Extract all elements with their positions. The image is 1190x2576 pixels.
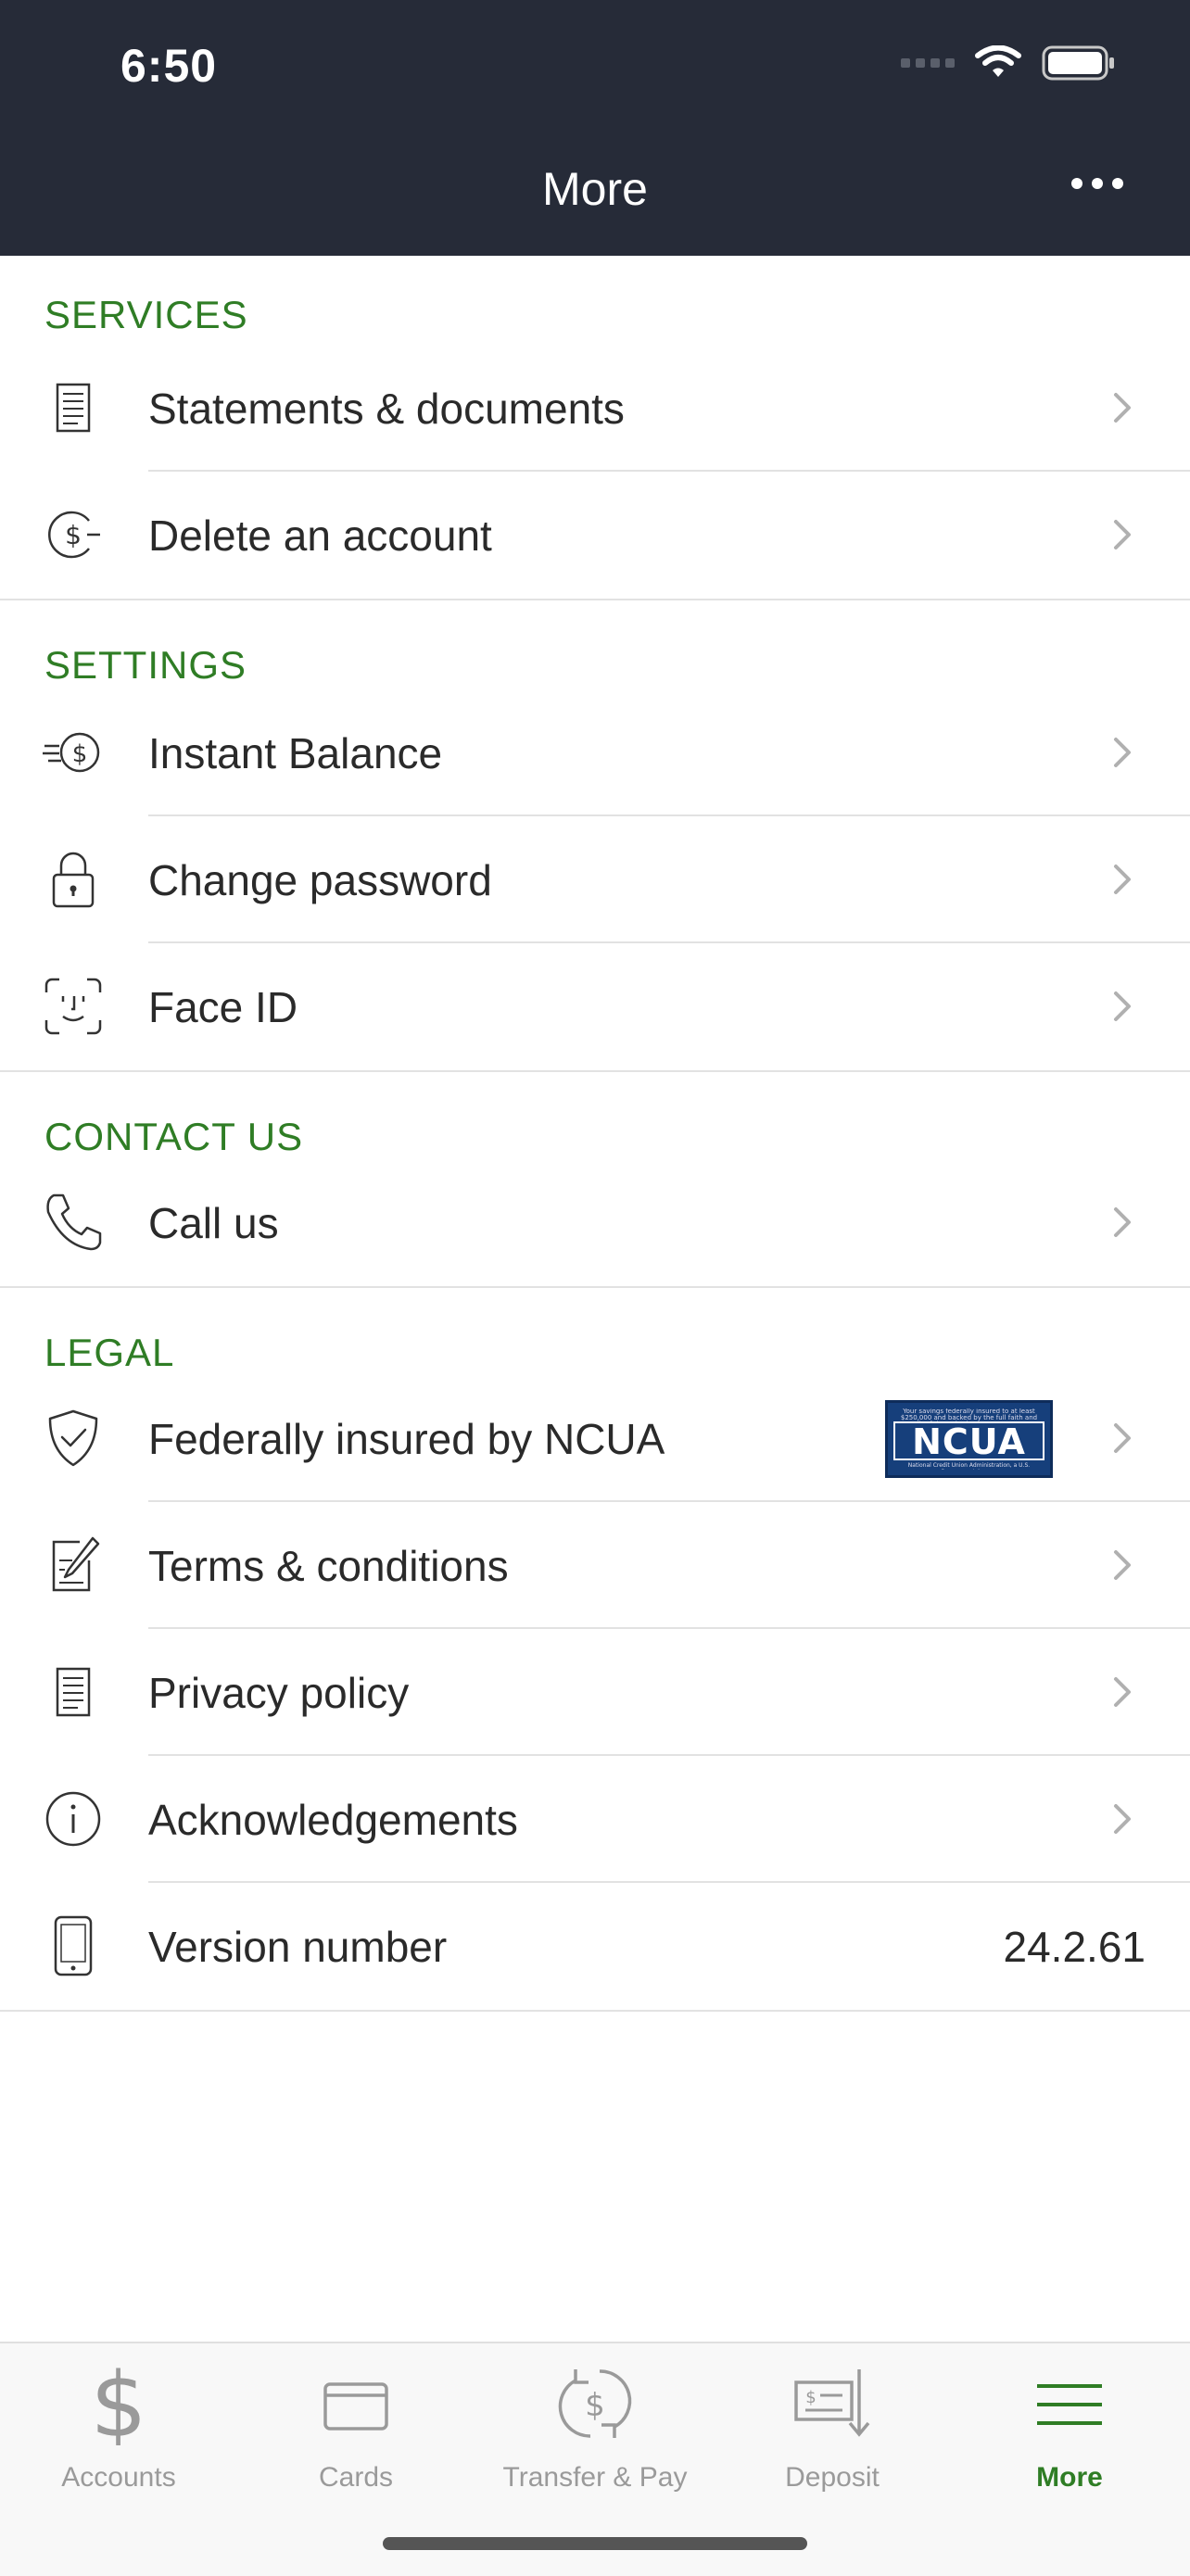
menu-item-acknowledgements[interactable]: Acknowledgements — [0, 1756, 1190, 1883]
menu-item-change-password[interactable]: Change password — [0, 816, 1190, 943]
cellular-signal-icon — [901, 58, 955, 68]
menu-item-ncua[interactable]: Federally insured by NCUA Your savings f… — [0, 1375, 1190, 1502]
menu-item-label: Version number — [148, 1922, 448, 1971]
section-title-settings: SETTINGS — [44, 643, 247, 687]
menu-item-version: Version number 24.2.61 — [0, 1883, 1190, 2010]
tab-label: Cards — [318, 2462, 394, 2493]
face-id-icon — [41, 974, 106, 1039]
menu-item-label: Terms & conditions — [148, 1541, 509, 1590]
wifi-icon — [975, 45, 1021, 77]
tab-label: Deposit — [785, 2462, 880, 2493]
tab-label: More — [1036, 2462, 1103, 2493]
more-options-icon[interactable] — [1071, 178, 1123, 189]
transfer-icon: $ — [558, 2369, 632, 2438]
pencil-document-icon — [41, 1533, 106, 1597]
menu-item-label: Statements & documents — [148, 384, 625, 433]
lock-icon — [41, 847, 106, 912]
tab-deposit[interactable]: $ Deposit — [714, 2343, 951, 2510]
menu-item-face-id[interactable]: Face ID — [0, 943, 1190, 1070]
phone-device-icon — [41, 1913, 106, 1978]
chevron-right-icon — [1114, 520, 1131, 549]
menu-item-instant-balance[interactable]: $ Instant Balance — [0, 689, 1190, 816]
check-deposit-icon: $ — [794, 2369, 870, 2437]
tab-more[interactable]: More — [951, 2343, 1188, 2510]
page-title: More — [542, 163, 648, 215]
svg-text:$: $ — [65, 520, 82, 550]
chevron-right-icon — [1114, 1550, 1131, 1580]
status-time: 6:50 — [120, 40, 218, 92]
menu-item-delete-account[interactable]: $ Delete an account — [0, 472, 1190, 599]
fast-dollar-icon: $ — [41, 720, 106, 785]
menu-item-call-us[interactable]: Call us — [0, 1159, 1190, 1286]
menu-item-label: Privacy policy — [148, 1668, 410, 1717]
phone-icon — [41, 1190, 106, 1255]
menu-item-statements[interactable]: Statements & documents — [0, 345, 1190, 472]
info-icon — [41, 1787, 106, 1851]
menu-item-label: Instant Balance — [148, 728, 443, 777]
home-indicator[interactable] — [383, 2537, 807, 2550]
shield-check-icon — [41, 1406, 106, 1471]
dollar-icon: $ — [90, 2362, 146, 2445]
chevron-right-icon — [1114, 865, 1131, 894]
tab-accounts[interactable]: $ Accounts — [0, 2343, 237, 2510]
menu-item-label: Acknowledgements — [148, 1795, 518, 1844]
svg-text:$: $ — [72, 740, 88, 768]
menu-item-label: Call us — [148, 1198, 279, 1247]
svg-text:$: $ — [585, 2387, 605, 2424]
status-icons — [901, 44, 1116, 82]
menu-item-label: Change password — [148, 855, 492, 904]
chevron-right-icon — [1114, 393, 1131, 423]
app-header: 6:50 More — [0, 0, 1190, 256]
version-number-value: 24.2.61 — [1003, 1922, 1146, 1971]
section-title-services: SERVICES — [44, 293, 248, 336]
ncua-badge-fine-bottom: National Credit Union Administration, a … — [907, 1462, 1031, 1470]
dollar-minus-icon: $ — [41, 502, 106, 567]
svg-text:$: $ — [90, 2362, 146, 2445]
document-icon — [41, 375, 106, 440]
tab-label: Accounts — [61, 2462, 176, 2493]
menu-item-label: Delete an account — [148, 511, 492, 560]
ncua-badge: Your savings federally insured to at lea… — [885, 1400, 1053, 1478]
tab-label: Transfer & Pay — [502, 2462, 688, 2493]
chevron-right-icon — [1114, 1804, 1131, 1834]
svg-text:$: $ — [805, 2388, 816, 2407]
menu-item-privacy[interactable]: Privacy policy — [0, 1629, 1190, 1756]
tab-cards[interactable]: Cards — [237, 2343, 475, 2510]
chevron-right-icon — [1114, 1423, 1131, 1453]
tab-transfer-pay[interactable]: $ Transfer & Pay — [476, 2343, 714, 2510]
section-divider — [0, 2010, 1190, 2012]
section-title-contact: CONTACT US — [44, 1115, 304, 1158]
battery-icon — [1042, 45, 1114, 81]
menu-item-label: Face ID — [148, 982, 298, 1031]
menu-item-terms[interactable]: Terms & conditions — [0, 1502, 1190, 1629]
ncua-badge-text: NCUA — [912, 1421, 1026, 1462]
chevron-right-icon — [1114, 1677, 1131, 1707]
chevron-right-icon — [1114, 1207, 1131, 1237]
menu-icon — [1037, 2384, 1102, 2425]
ncua-badge-fine-top: Your savings federally insured to at lea… — [900, 1408, 1038, 1421]
chevron-right-icon — [1114, 991, 1131, 1021]
card-icon — [323, 2382, 388, 2431]
menu-item-label: Federally insured by NCUA — [148, 1414, 665, 1463]
document-icon — [41, 1660, 106, 1724]
more-menu-list: SERVICES Statements & documents $ Delete… — [0, 256, 1190, 2012]
section-title-legal: LEGAL — [44, 1331, 175, 1374]
chevron-right-icon — [1114, 738, 1131, 767]
